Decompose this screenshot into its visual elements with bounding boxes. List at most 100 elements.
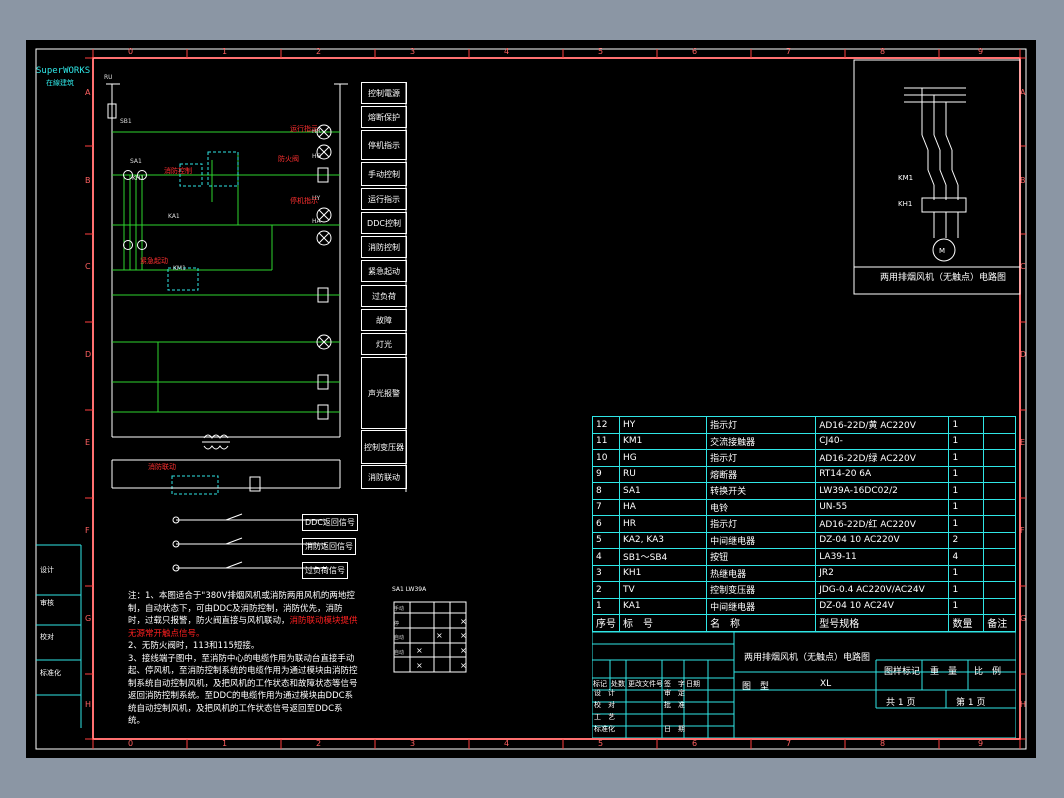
parts-cell: SB1～SB4	[618, 548, 708, 566]
row-marker-right: B	[1020, 176, 1026, 185]
parts-cell: 1	[948, 581, 985, 599]
parts-cell: 1	[948, 416, 985, 434]
parts-header-cell: 型号规格	[815, 614, 950, 632]
selector-title: SA1 LW39A	[392, 586, 427, 593]
parts-header-cell: 标 号	[618, 614, 708, 632]
parts-header-cell: 名 称	[706, 614, 817, 632]
circuit-tag-km1: KM1	[173, 265, 186, 272]
col-marker-top: 9	[978, 47, 984, 56]
circuit-tag-sa1: SA1	[130, 158, 142, 165]
tb-role-2: 工 艺	[594, 713, 615, 721]
tb-stage-label: 图样标记	[884, 667, 921, 677]
tb-role-0: 设 计	[594, 689, 615, 697]
parts-cell: 控制变压器	[706, 581, 817, 599]
parts-cell: 指示灯	[706, 416, 817, 434]
parts-cell	[983, 564, 1016, 582]
circuit-tag-sb1: SB1	[120, 118, 132, 125]
parts-row: 7 HA 电铃 UN-55 1	[592, 498, 1016, 516]
parts-cell: UN-55	[815, 498, 950, 516]
parts-cell	[983, 597, 1016, 615]
parts-cell: 1	[948, 465, 985, 483]
tb-role2-1: 批 准	[664, 701, 685, 709]
parts-row: 12 HY 指示灯 AD16-22D/黄 AC220V 1	[592, 416, 1016, 434]
parts-cell: LW39A-16DC02/2	[815, 482, 950, 500]
parts-cell: KH1	[618, 564, 708, 582]
selector-x-4: ×	[416, 646, 423, 655]
tb-scale-label: 比 例	[974, 667, 1002, 677]
parts-cell: 10	[592, 449, 620, 467]
parts-cell: 电铃	[706, 498, 817, 516]
tb-role-3: 标准化	[594, 725, 615, 733]
parts-cell: HY	[618, 416, 708, 434]
motor-m-label: M	[939, 247, 945, 255]
parts-cell: RT14-20 6A	[815, 465, 950, 483]
col-marker-top: 0	[128, 47, 134, 56]
tb-weight-label: 重 量	[930, 667, 958, 677]
col-marker-bottom: 8	[880, 739, 886, 748]
red-tag-2: 防火阀	[278, 155, 299, 163]
circuit-tag-ru: RU	[104, 74, 113, 81]
row-marker-right: H	[1020, 700, 1027, 709]
parts-cell: AD16-22D/黄 AC220V	[815, 416, 950, 434]
parts-cell	[983, 416, 1016, 434]
tb-type-value: XL	[820, 679, 832, 689]
col-marker-top: 2	[316, 47, 322, 56]
parts-cell: 指示灯	[706, 515, 817, 533]
signal-label-2: 过负荷信号	[302, 562, 348, 579]
circuit-tag-ka1: KA1	[168, 213, 180, 220]
row-marker-right: C	[1020, 262, 1026, 271]
parts-cell: 2	[948, 531, 985, 549]
parts-header: 序号标 号名 称型号规格 数量 备注	[592, 614, 1016, 632]
selector-row-1: 停	[394, 620, 400, 627]
parts-cell: RU	[618, 465, 708, 483]
design-notes: 注：1、本图适合于"380V排烟风机或消防两用风机的两地控制，自动状态下，可由D…	[128, 590, 358, 728]
note-2: 2、无防火阀时，113和115短接。	[128, 641, 260, 651]
parts-cell	[983, 548, 1016, 566]
row-marker-right: G	[1020, 614, 1027, 623]
parts-cell: CJ40-	[815, 432, 950, 450]
tb-type-label: 图 型	[742, 682, 770, 692]
parts-cell	[983, 531, 1016, 549]
brand-logo: SuperWORKS	[36, 66, 91, 76]
col-marker-top: 3	[410, 47, 416, 56]
motor-title: 两用排烟风机（无触点）电路图	[880, 273, 1007, 283]
row-marker-left: H	[85, 700, 92, 709]
selector-x-6: ×	[416, 661, 423, 670]
parts-cell: 1	[948, 449, 985, 467]
selector-x-5: ×	[460, 646, 467, 655]
col-marker-bottom: 5	[598, 739, 604, 748]
parts-cell: 1	[948, 597, 985, 615]
parts-cell: AD16-22D/红 AC220V	[815, 515, 950, 533]
parts-cell: 1	[948, 498, 985, 516]
parts-cell: 12	[592, 416, 620, 434]
tb-rev-4: 日期	[686, 680, 700, 688]
parts-header-cell: 备注	[983, 614, 1016, 632]
parts-cell: 9	[592, 465, 620, 483]
control-label-4: 运行指示	[361, 188, 407, 210]
parts-cell: 1	[948, 515, 985, 533]
parts-row: 1 KA1 中间继电器 DZ-04 10 AC24V 1	[592, 597, 1016, 615]
parts-cell: 4	[592, 548, 620, 566]
parts-cell: KM1	[618, 432, 708, 450]
parts-cell: 交流接触器	[706, 432, 817, 450]
col-marker-top: 7	[786, 47, 792, 56]
left-strip-1: 审核	[40, 599, 54, 607]
parts-cell: 2	[592, 581, 620, 599]
parts-cell: 按钮	[706, 548, 817, 566]
row-marker-left: C	[85, 262, 91, 271]
selector-row-2: 自动	[394, 635, 405, 641]
parts-cell: HR	[618, 515, 708, 533]
control-label-9: 故障	[361, 309, 407, 331]
tb-role2-0: 审 定	[664, 689, 685, 697]
row-marker-right: E	[1020, 438, 1026, 447]
parts-row: 4 SB1～SB4 按钮 LA39-11 4	[592, 548, 1016, 566]
parts-row: 6 HR 指示灯 AD16-22D/红 AC220V 1	[592, 515, 1016, 533]
tb-role2-2: 日 期	[664, 725, 685, 733]
parts-cell	[983, 449, 1016, 467]
parts-cell: 中间继电器	[706, 531, 817, 549]
row-marker-right: A	[1020, 88, 1026, 97]
note-3: 3、接线端子图中，至消防中心的电缆作用为联动台直接手动起、停风机，至消防控制系统…	[128, 653, 358, 727]
note-1: 注：1、本图适合于"380V排烟风机或消防两用风机的两地控制，自动状态下，可由D…	[128, 591, 358, 639]
brand-sub: 在線建筑	[46, 79, 74, 87]
parts-table: 12 HY 指示灯 AD16-22D/黄 AC220V 1 11 KM1 交流接触器 CJ40-…	[592, 416, 1016, 632]
